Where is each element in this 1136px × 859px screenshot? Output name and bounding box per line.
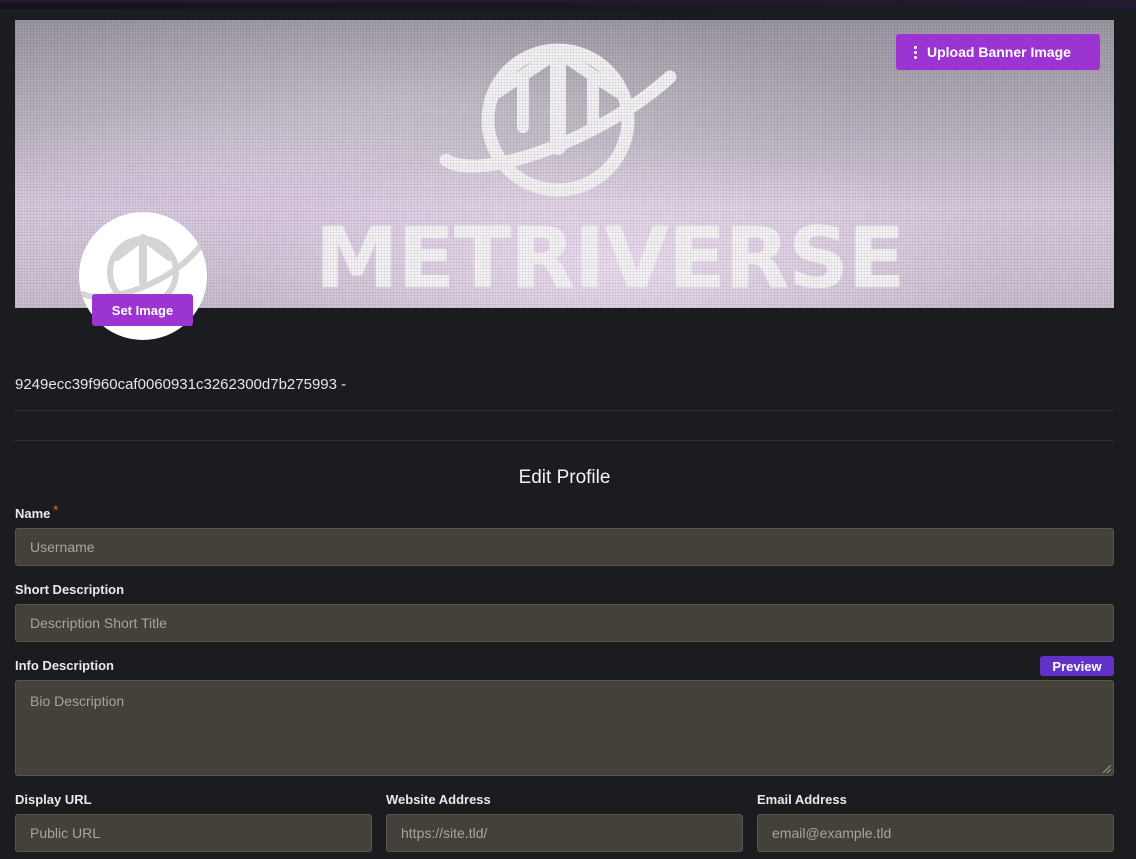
display-url-label: Display URL [15,792,92,807]
required-mark: * [53,503,59,517]
page: METRIVERSE Upload Banner Image Set Image… [0,0,1136,859]
resize-handle-icon[interactable] [1103,765,1111,773]
wallet-address: 9249ecc39f960caf0060931c3262300d7b275993… [15,376,347,393]
divider [15,440,1114,441]
short-description-placeholder: Description Short Title [30,615,167,631]
bio-description-placeholder: Bio Description [30,693,125,709]
info-description-label: Info Description [15,658,114,673]
name-label-text: Name [15,506,51,521]
short-description-input[interactable]: Description Short Title [15,604,1114,642]
email-address-input[interactable]: email@example.tld [757,814,1114,852]
name-input-placeholder: Username [30,539,95,555]
upload-banner-label: Upload Banner Image [927,44,1071,60]
name-input[interactable]: Username [15,528,1114,566]
top-edge-glow [0,3,1136,9]
preview-button[interactable]: Preview [1040,656,1114,676]
more-vertical-icon [914,45,917,59]
website-address-label: Website Address [386,792,491,807]
bio-description-textarea[interactable]: Bio Description [15,680,1114,776]
edit-profile-title: Edit Profile [518,467,611,488]
metriverse-wordmark: METRIVERSE [315,209,905,307]
email-address-label: Email Address [757,792,847,807]
metriverse-logo-icon [439,43,677,197]
upload-banner-button[interactable]: Upload Banner Image [896,34,1100,70]
display-url-input[interactable]: Public URL [15,814,372,852]
display-url-placeholder: Public URL [30,825,101,841]
website-address-placeholder: https://site.tld/ [401,825,488,841]
divider [15,410,1114,411]
website-address-input[interactable]: https://site.tld/ [386,814,743,852]
short-description-label: Short Description [15,582,125,597]
name-label: Name * [15,503,59,521]
set-image-button[interactable]: Set Image [92,294,193,326]
email-address-placeholder: email@example.tld [772,825,892,841]
